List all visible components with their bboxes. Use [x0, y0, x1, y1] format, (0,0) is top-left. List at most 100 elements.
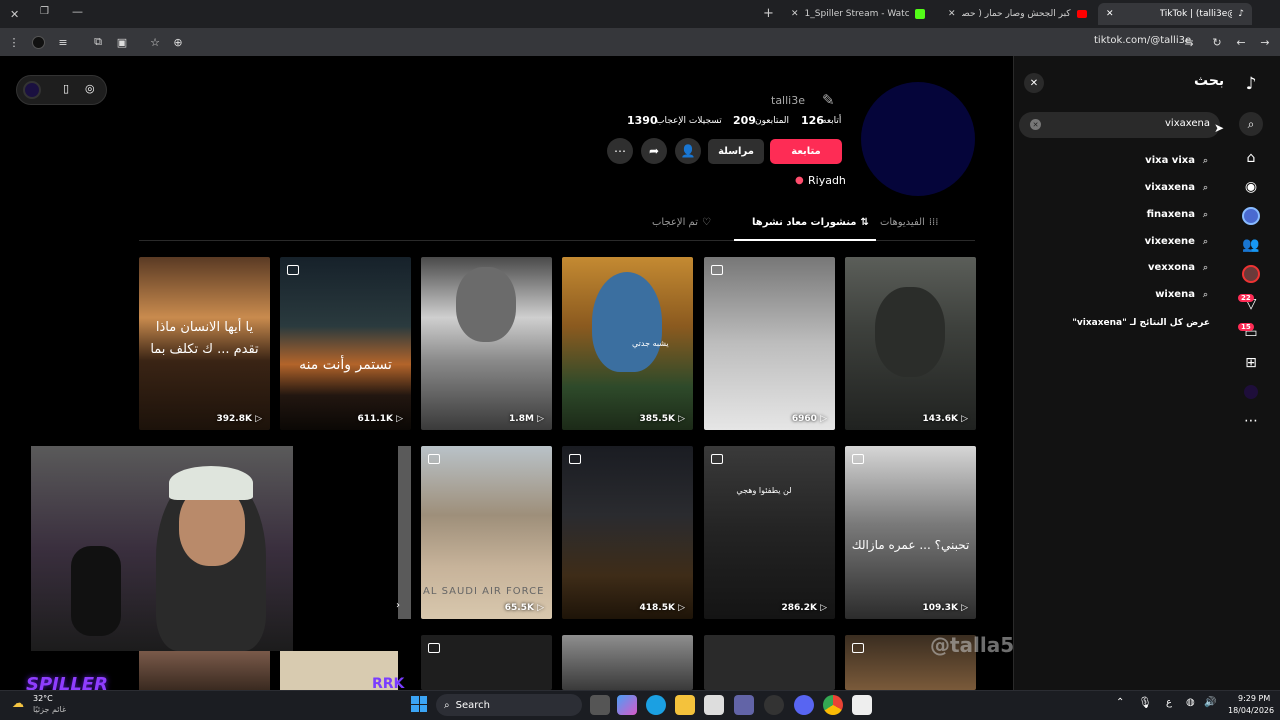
site-settings-icon[interactable]: ⇆ [1181, 34, 1197, 50]
app-icon[interactable] [852, 695, 872, 715]
discord-icon[interactable] [794, 695, 814, 715]
add-friend-icon[interactable]: 👤 [675, 138, 701, 164]
chrome-icon[interactable] [823, 695, 843, 715]
tab-videos[interactable]: الفيديوهات ⁞⁞⁞ [880, 217, 938, 228]
video-card[interactable]: يشبه جدتي 385.5K ▷ [562, 257, 693, 430]
microphone-icon[interactable]: 🎙 [1138, 696, 1152, 709]
close-icon[interactable]: ✕ [1106, 9, 1114, 19]
browser-toolbar [0, 28, 1280, 56]
install-icon[interactable]: ⊕ [170, 34, 186, 50]
close-search-button[interactable]: ✕ [1024, 73, 1044, 93]
compass-icon[interactable]: ◎ [85, 82, 95, 95]
clear-search-icon[interactable]: ✕ [1030, 119, 1041, 130]
tab-reposts[interactable]: منشورات معاد نشرها ⇅ [752, 217, 869, 228]
close-icon[interactable]: ✕ [948, 9, 956, 19]
search-suggestion[interactable]: finaxena ⌕ [1147, 209, 1208, 220]
playlist-icon[interactable]: ≡ [55, 34, 71, 50]
task-view-icon[interactable] [590, 695, 610, 715]
explore-icon[interactable]: ◉ [1240, 176, 1262, 198]
back-icon[interactable]: ← [1233, 34, 1249, 50]
address-bar[interactable]: tiktok.com/@talli3e [1094, 35, 1191, 46]
active-tab-indicator [734, 239, 876, 241]
video-card[interactable]: يا أيها الانسان ماذا تقدم ... ك تكلف بما… [139, 257, 270, 430]
tiktok-logo-icon[interactable]: ♪ [1240, 73, 1262, 95]
tab-tiktok[interactable]: ✕ TikTok | (talli3e@) ♪ [1098, 3, 1252, 25]
user-avatar[interactable] [23, 81, 41, 99]
tab-spiller[interactable]: ✕ 1_Spiller Stream - Watch Live o [783, 3, 933, 25]
video-card[interactable]: 1.8M ▷ [421, 257, 552, 430]
location-pin-icon: ● [795, 175, 804, 186]
volume-icon[interactable]: 🔊 [1204, 697, 1216, 708]
minimize-icon[interactable]: — [72, 5, 83, 18]
activity-badge: 22 [1238, 294, 1254, 302]
taskbar-search[interactable]: ⌕ Search [436, 694, 582, 716]
search-suggestion[interactable]: vexxona ⌕ [1148, 262, 1208, 273]
video-card[interactable] [704, 635, 835, 690]
github-icon[interactable] [764, 695, 784, 715]
close-window-icon[interactable]: ✕ [10, 8, 19, 21]
weather-description: غائم جزئيًا [33, 705, 67, 714]
language-icon[interactable]: ع [1166, 697, 1172, 708]
video-card[interactable]: 6960 ▷ [704, 257, 835, 430]
screenshot-icon[interactable]: ▣ [114, 34, 130, 50]
video-card[interactable]: تستمر وأنت منه 611.1K ▷ [280, 257, 411, 430]
friends-icon[interactable]: 👥 [1240, 234, 1262, 256]
more-options-icon[interactable]: ⋯ [607, 138, 633, 164]
reload-icon[interactable]: ↻ [1209, 34, 1225, 50]
menu-icon[interactable]: ⋮ [6, 34, 22, 50]
forward-icon[interactable]: → [1257, 34, 1273, 50]
pinned-icon [852, 643, 864, 653]
weather-icon[interactable]: ☁ [12, 696, 24, 710]
live-avatar-icon[interactable] [1240, 263, 1262, 285]
home-icon[interactable]: ⌂ [1240, 147, 1262, 169]
store-icon[interactable] [704, 695, 724, 715]
video-card[interactable] [562, 635, 693, 690]
close-icon[interactable]: ✕ [791, 9, 799, 19]
video-card[interactable]: AL SAUDI AIR FORCE 65.5K ▷ [421, 446, 552, 619]
video-card[interactable]: تحبني؟ ... عمره مازالك 109.3K ▷ [845, 446, 976, 619]
profile-avatar-icon[interactable] [1240, 381, 1262, 403]
tab-label: منشورات معاد نشرها [752, 217, 857, 228]
profile-icon[interactable] [30, 34, 46, 50]
search-suggestion[interactable]: vixaxena ⌕ [1145, 182, 1208, 193]
profile-avatar[interactable] [861, 82, 975, 196]
share-icon[interactable]: ➦ [641, 138, 667, 164]
extensions-icon[interactable]: ⧉ [90, 34, 106, 50]
tray-chevron-icon[interactable]: ⌃ [1116, 697, 1124, 708]
clock-date[interactable]: 18/04/2026 [1228, 706, 1274, 715]
file-explorer-icon[interactable] [675, 695, 695, 715]
copilot-icon[interactable] [617, 695, 637, 715]
clock-time[interactable]: 9:29 PM [1238, 694, 1270, 703]
view-all-results[interactable]: عرض كل النتائج لـ "vixaxena" [1072, 318, 1210, 328]
video-card[interactable] [421, 635, 552, 690]
tab-liked[interactable]: تم الإعجاب ♡ [652, 217, 711, 228]
view-count: 418.5K ▷ [639, 603, 685, 613]
maximize-icon[interactable]: ❐ [40, 6, 49, 17]
bookmark-star-icon[interactable]: ☆ [147, 34, 163, 50]
tab-youtube[interactable]: ✕ كبر الجحش وصار حمار ( حصرياً ) [940, 3, 1095, 25]
teams-icon[interactable] [734, 695, 754, 715]
tab-label: 1_Spiller Stream - Watch Live o [804, 9, 910, 19]
video-card[interactable]: 143.6K ▷ [845, 257, 976, 430]
video-card-partial[interactable] [398, 446, 411, 619]
new-tab-button[interactable]: + [763, 6, 774, 21]
search-suggestion[interactable]: wixena ⌕ [1155, 289, 1208, 300]
video-card[interactable]: 418.5K ▷ [562, 446, 693, 619]
network-icon[interactable]: ◍ [1186, 697, 1195, 708]
search-icon[interactable]: ⌕ [1239, 112, 1263, 136]
video-overlay-text: AL SAUDI AIR FORCE [423, 586, 545, 597]
edge-icon[interactable] [646, 695, 666, 715]
start-button[interactable] [411, 696, 427, 712]
followers-count[interactable]: 209 [733, 114, 756, 127]
following-avatar-icon[interactable] [1240, 205, 1262, 227]
more-icon[interactable]: ⋯ [1240, 410, 1262, 432]
device-icon[interactable]: ▯ [63, 82, 69, 95]
search-suggestion[interactable]: vixexene ⌕ [1145, 236, 1208, 247]
video-card[interactable]: لن يطفئوا وهجي 286.2K ▷ [704, 446, 835, 619]
search-suggestion[interactable]: vixa vixa ⌕ [1145, 155, 1208, 166]
following-count[interactable]: 126 [801, 114, 824, 127]
grid-icon: ⁞⁞⁞ [928, 217, 939, 228]
follow-button[interactable]: متابعة [770, 139, 842, 164]
upload-icon[interactable]: ⊞ [1240, 352, 1262, 374]
message-button[interactable]: مراسلة [708, 139, 764, 164]
